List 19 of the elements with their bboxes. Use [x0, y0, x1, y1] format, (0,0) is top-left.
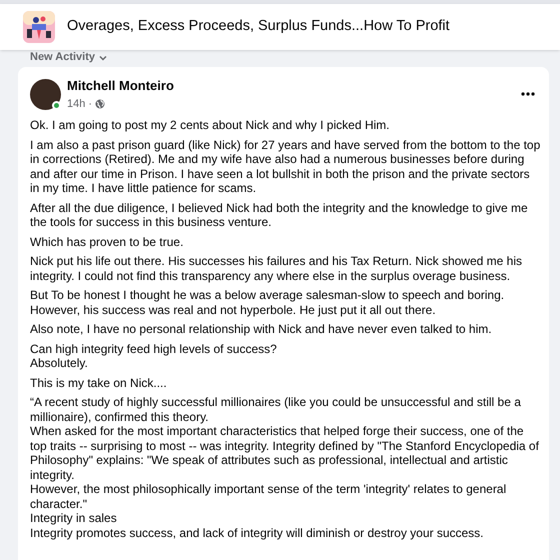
post-paragraph: Ok. I am going to post my 2 cents about Nick and why I picked Him.	[30, 118, 390, 132]
globe-icon	[95, 98, 106, 109]
post-paragraph: But To be honest I thought he was a below average salesman-slow to speech and boring. However, his success was real and not hyperbole. He just put it all out there.	[30, 288, 506, 317]
group-icon	[23, 11, 55, 43]
avatar[interactable]	[30, 78, 61, 110]
feed-sort-label[interactable]: New Activity	[30, 52, 96, 63]
post-paragraph: Can high integrity feed high levels of success? Absolutely.	[30, 342, 278, 370]
post-paragraph: Which has proven to be true.	[30, 234, 184, 249]
group-name[interactable]: Overages, Excess Proceeds, Surplus Funds...How To Profit	[67, 16, 450, 38]
post-paragraph: Also note, I have no personal relationship with Nick and have never even talked to him.	[30, 322, 493, 336]
more-options-icon[interactable]	[521, 92, 535, 96]
post-paragraph: Nick put his life out there. His successes his failures and his Tax Return. Nick showed me his integrity. I could not find this transparency any where else in the surplus overage business.	[30, 254, 523, 283]
caret-icon[interactable]	[99, 54, 108, 62]
author-name[interactable]: Mitchell Monteiro	[67, 76, 515, 96]
post-paragraph: After all the due diligence, I believed Nick had both the integrity and the knowledge to give me the tools for success in this business venture.	[30, 200, 529, 230]
post-paragraph: I am also a past prison guard (like Nick) for 27 years and have served from the bottom to the top in corrections (Retired). Me and my wife have also had a numerous businesses before during and after our time in Prison. I have seen a lot bullshit in both the prison and the private sectors in my time. I have little patience for scams.	[30, 138, 541, 196]
post-time[interactable]: 14h ·	[67, 96, 92, 112]
post-paragraph: “A recent study of highly successful millionaires (like you could be unsuccessful and still be a millionaire), confirmed this theory. When asked for the most important characteristics that helped forge their success, one of the top traits -- surprising to most -- was integrity. Integrity defined by "The Stanford Encyclopedia of Philosophy" explains: "We speak of attributes such as professional, intellectual and artistic integrity. However, the most philosophically important sense of the term 'integrity' relates to general character." Integrity in sales Integrity promotes success, and lack of integrity will diminish or destroy your success.	[30, 395, 540, 540]
post-paragraph: This is my take on Nick....	[30, 376, 168, 390]
